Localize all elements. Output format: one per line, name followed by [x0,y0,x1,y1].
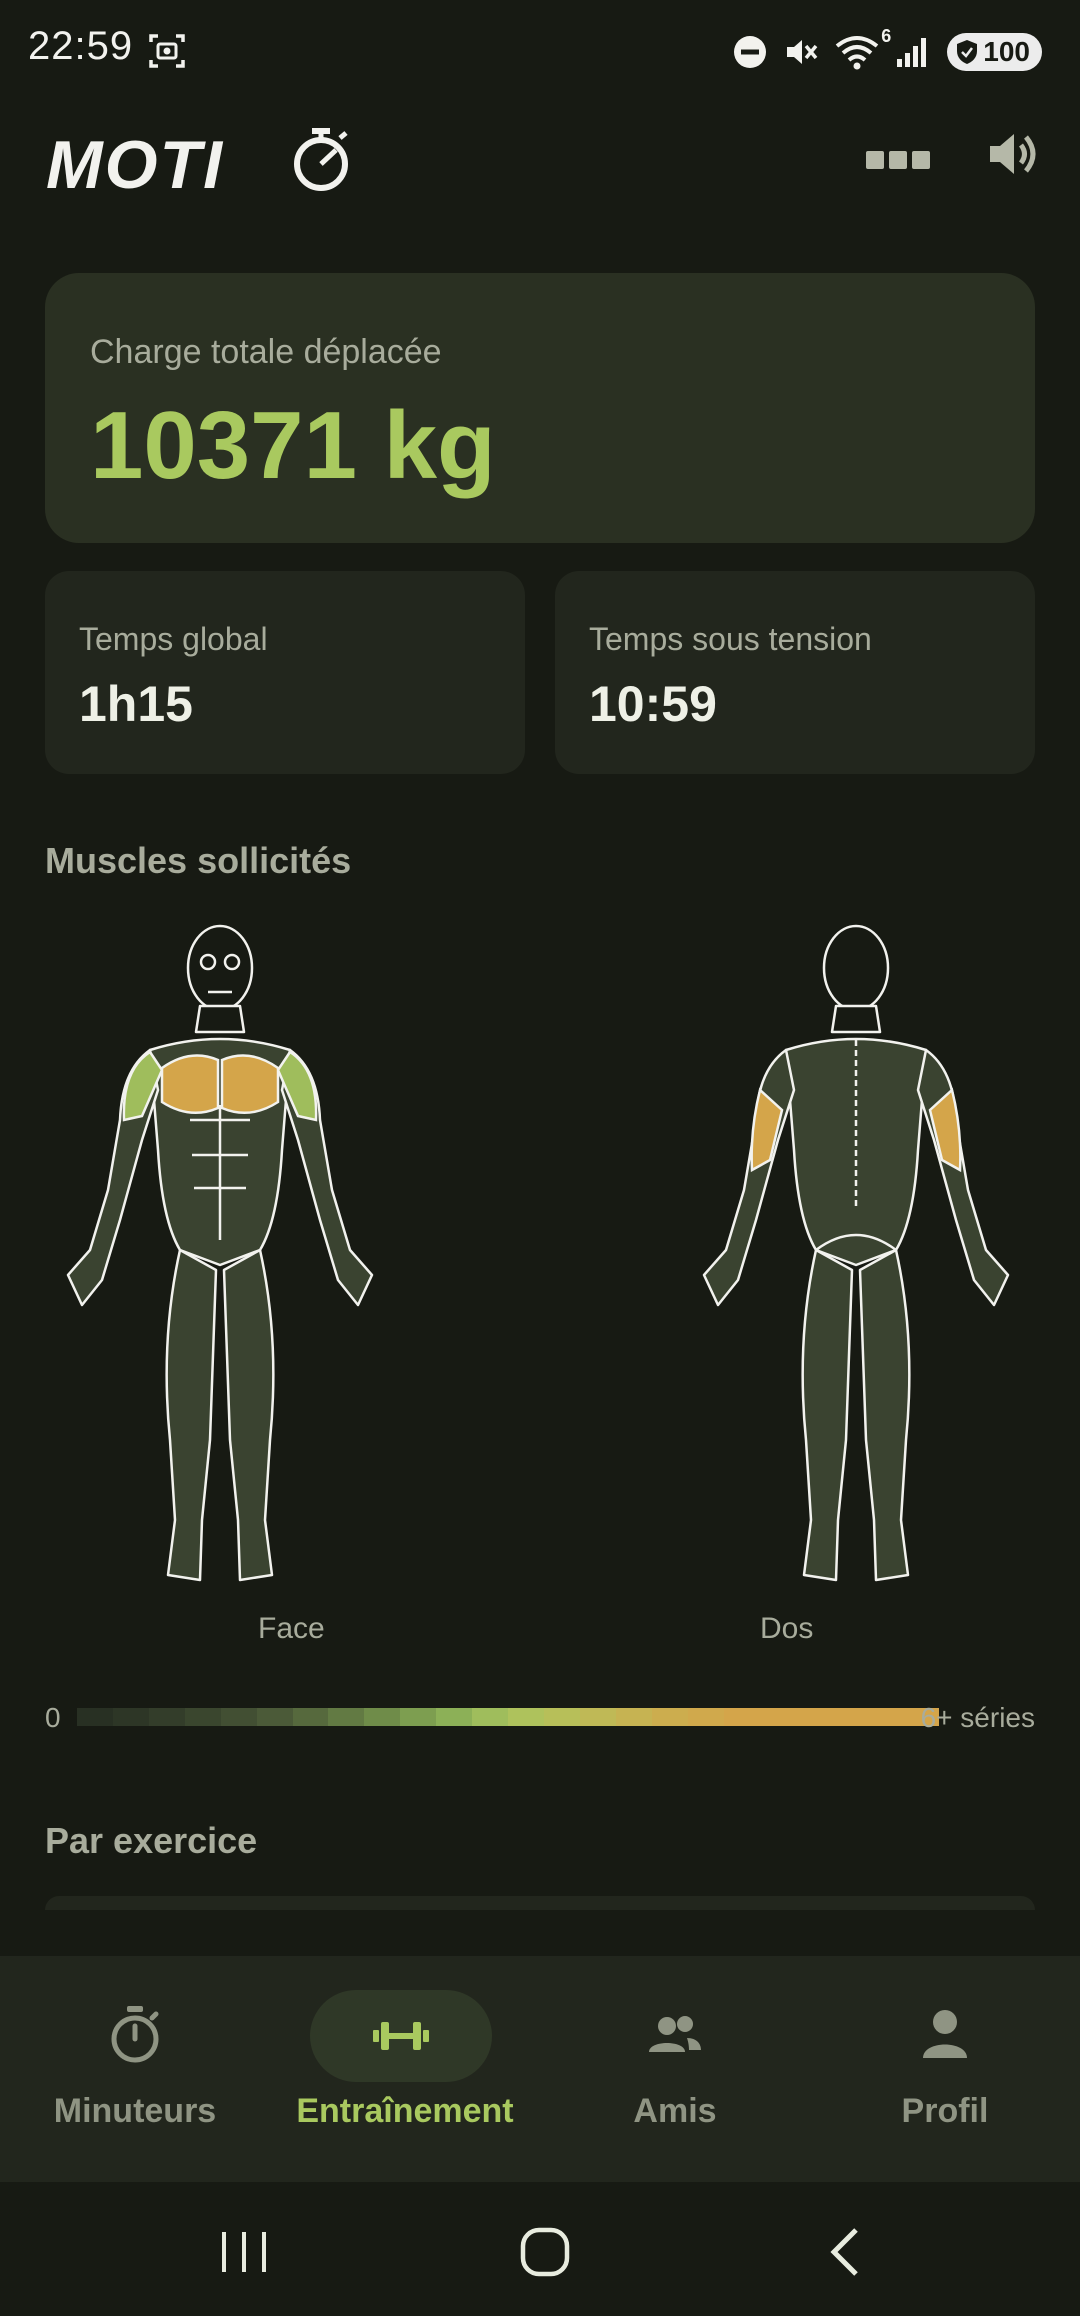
exercise-card-peek[interactable] [45,1896,1035,1910]
motio-logo: MOTI [46,127,348,198]
back-button[interactable] [818,2224,878,2280]
nav-label-friends: Amis [633,2092,717,2130]
status-bar: 22:59 6 100 [0,0,1080,104]
person-icon [923,2010,967,2058]
svg-text:MOTI: MOTI [46,127,224,198]
chest-left [160,1054,220,1115]
back-body-diagram [702,924,1010,1582]
front-body-diagram [66,924,374,1582]
bottom-nav: Minuteurs Entraînement Amis Profil [0,1956,1080,2182]
nav-label-profile: Profil [901,2092,989,2130]
front-caption: Face [258,1612,325,1645]
grid-icon [866,151,884,169]
total-load-card: Charge totale déplacée 10371 kg [45,273,1035,543]
muscles-section-title: Muscles sollicités [45,840,352,881]
recent-apps-button[interactable] [214,2224,274,2280]
global-time-card: Temps global 1h15 [45,571,525,774]
nav-label-training: Entraînement [296,2092,514,2130]
home-icon [520,2227,570,2277]
mute-icon [787,40,818,64]
total-load-label: Charge totale déplacée [90,333,442,371]
home-button[interactable] [515,2224,575,2280]
do-not-disturb-icon [734,36,767,68]
battery-indicator: 100 [947,33,1042,71]
legend-min-label: 0 [45,1702,61,1733]
status-icons: 6 100 [733,26,1042,74]
legend-max-label: 6+ séries [920,1702,1035,1733]
chest-right [220,1054,280,1115]
status-time: 22:59 [28,24,134,68]
nav-label-timers: Minuteurs [53,2092,217,2130]
grid-view-button[interactable] [866,140,936,180]
wifi-badge: 6 [881,26,892,46]
nav-item-profile[interactable]: Profil [810,1956,1080,2182]
friends-icon [649,2016,701,2052]
shield-icon [957,40,978,64]
back-icon [830,2228,858,2276]
nav-item-friends[interactable]: Amis [540,1956,810,2182]
wifi-icon: 6 [835,26,891,70]
nav-item-timers[interactable]: Minuteurs [0,1956,270,2182]
battery-level: 100 [983,36,1030,67]
dumbbell-icon [373,2022,429,2050]
recent-apps-icon [222,2232,266,2272]
stopwatch-icon [111,2006,159,2063]
back-caption: Dos [760,1612,814,1645]
screenshot-icon [149,34,185,68]
volume-button[interactable] [984,124,1044,184]
global-time-value: 1h15 [79,676,193,732]
total-load-value: 10371 kg [90,392,496,499]
exercises-section-title: Par exercice [45,1820,258,1861]
tension-time-card: Temps sous tension 10:59 [555,571,1035,774]
system-navigation-bar [0,2182,1080,2316]
intensity-legend: 0 6+ séries [45,1700,1035,1740]
legend-gradient-bar [77,1708,940,1726]
app-header: MOTI [0,104,1080,254]
tension-time-label: Temps sous tension [589,621,872,657]
nav-item-training[interactable]: Entraînement [270,1956,540,2182]
global-time-label: Temps global [79,621,268,657]
volume-icon [990,134,1036,174]
tension-time-value: 10:59 [589,676,717,732]
signal-icon [897,38,927,67]
